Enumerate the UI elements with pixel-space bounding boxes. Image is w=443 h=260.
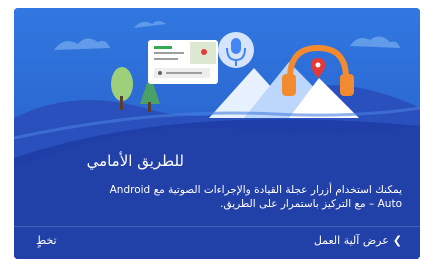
description-line-2: Auto – مع التركيز باستمرار على الطريق. — [220, 198, 402, 210]
skip-button[interactable]: تخطٍ — [36, 234, 57, 247]
description-line-1: يمكنك استخدام أزرار عجلة القيادة والإجرا… — [109, 184, 402, 196]
onboarding-card: للطريق الأمامي يمكنك استخدام أزرار عجلة … — [14, 8, 420, 259]
how-it-works-button[interactable]: ❯ عرض آلية العمل — [314, 234, 402, 247]
how-it-works-label: عرض آلية العمل — [313, 234, 389, 247]
driving-illustration — [14, 8, 420, 259]
tree-icon — [111, 67, 133, 101]
chevron-left-icon: ❯ — [392, 234, 402, 247]
action-divider — [14, 226, 420, 227]
microphone-icon — [231, 38, 241, 54]
onboarding-description: يمكنك استخدام أزرار عجلة القيادة والإجرا… — [32, 183, 402, 211]
onboarding-title: للطريق الأمامي — [86, 152, 184, 170]
skip-label: تخطٍ — [36, 234, 57, 247]
